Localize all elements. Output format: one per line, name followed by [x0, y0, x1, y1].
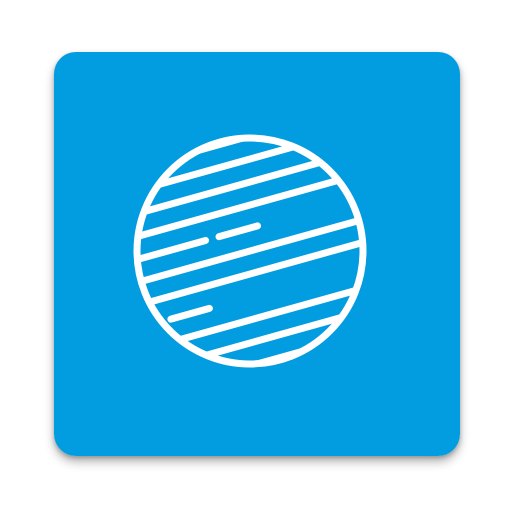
striped-globe-icon	[54, 52, 460, 456]
tile-background	[54, 52, 460, 456]
app-icon-tile[interactable]	[54, 52, 460, 456]
app-icon-canvas	[0, 0, 512, 512]
